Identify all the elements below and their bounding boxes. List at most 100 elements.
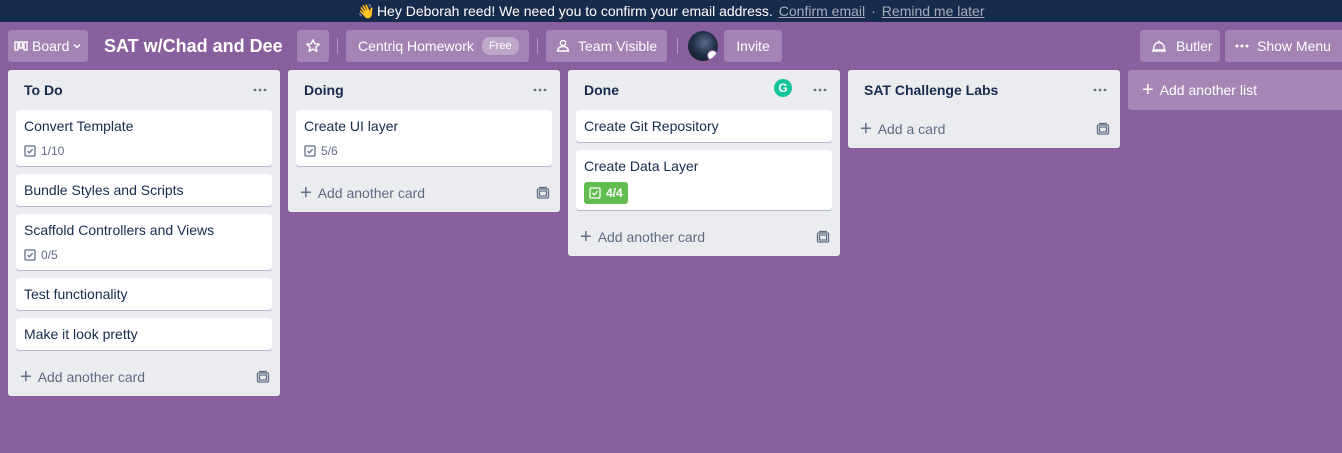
checklist-count: 0/5 (41, 248, 58, 262)
checklist-icon (304, 145, 316, 157)
star-icon (306, 39, 320, 53)
board-header: Board SAT w/Chad and Dee Centriq Homewor… (0, 30, 1342, 62)
card[interactable]: Scaffold Controllers and Views 0/5 (16, 214, 272, 270)
board-switcher-button[interactable]: Board (8, 30, 88, 62)
team-plan-badge: Free (481, 37, 519, 55)
team-name: Centriq Homework (358, 38, 474, 54)
card[interactable]: Create Data Layer 4/4 (576, 150, 832, 210)
add-card-button[interactable]: + Add a card (848, 110, 1120, 148)
board-icon (14, 41, 28, 51)
list-doing: Doing Create UI layer 5/6 + Add another c… (288, 70, 560, 212)
plus-icon: + (1142, 79, 1154, 101)
checklist-icon (589, 187, 601, 199)
add-card-label: Add another card (597, 229, 706, 245)
plus-icon: + (20, 366, 32, 388)
add-list-button[interactable]: + Add another list (1128, 70, 1342, 110)
admin-badge-icon (707, 50, 718, 61)
card-template-icon[interactable] (816, 230, 830, 244)
card[interactable]: Create UI layer 5/6 (296, 110, 552, 166)
team-visibility-icon (556, 39, 570, 52)
email-confirm-banner: 👋 Hey Deborah reed! We need you to confi… (0, 0, 1342, 22)
card[interactable]: Bundle Styles and Scripts (16, 174, 272, 206)
add-card-button[interactable]: + Add another card (8, 358, 280, 396)
visibility-label: Team Visible (578, 38, 658, 54)
header-divider (337, 38, 338, 54)
list-menu-icon[interactable] (250, 80, 270, 100)
card-template-icon[interactable] (1096, 122, 1110, 136)
butler-button[interactable]: Butler (1140, 30, 1220, 62)
card[interactable]: Make it look pretty (16, 318, 272, 350)
confirm-email-link[interactable]: Confirm email (779, 4, 865, 18)
show-menu-label: Show Menu (1257, 38, 1331, 54)
checklist-count: 1/10 (41, 144, 65, 158)
checklist-count: 4/4 (606, 186, 623, 200)
list-title[interactable]: To Do (24, 82, 63, 98)
list-to-do: To Do Convert Template 1/10 Bundle Style… (8, 70, 280, 396)
list-title[interactable]: Doing (304, 82, 344, 98)
add-list-label: Add another list (1159, 82, 1257, 98)
card-title: Convert Template (24, 118, 134, 134)
invite-label: Invite (736, 38, 770, 54)
card-title: Create Git Repository (584, 118, 719, 134)
card-title: Test functionality (24, 286, 128, 302)
star-board-button[interactable] (297, 30, 329, 62)
card-template-icon[interactable] (536, 186, 550, 200)
chevron-down-icon (73, 44, 81, 49)
more-dots-icon (1235, 44, 1249, 48)
list-header: SAT Challenge Labs (848, 70, 1120, 110)
checklist-count: 5/6 (321, 144, 338, 158)
plus-icon: + (300, 182, 312, 204)
list-title[interactable]: Done (584, 82, 619, 98)
card-title: Create Data Layer (584, 158, 699, 174)
card-list: Create UI layer 5/6 (288, 110, 560, 166)
add-card-button[interactable]: + Add another card (288, 174, 560, 212)
plus-icon: + (580, 226, 592, 248)
banner-message: Hey Deborah reed! We need you to confirm… (376, 3, 773, 19)
plus-icon: + (860, 118, 872, 140)
add-card-label: Add another card (37, 369, 146, 385)
list-done: Done Create Git Repository Create Data L… (568, 70, 840, 256)
card-list: Convert Template 1/10 Bundle Styles and … (8, 110, 280, 350)
list-menu-icon[interactable] (810, 80, 830, 100)
card-template-icon[interactable] (256, 370, 270, 384)
header-divider (677, 38, 678, 54)
list-title[interactable]: SAT Challenge Labs (864, 82, 998, 98)
remind-later-link[interactable]: Remind me later (882, 4, 985, 18)
list-header: Doing (288, 70, 560, 110)
list-sat-challenge-labs: SAT Challenge Labs + Add a card (848, 70, 1120, 148)
card[interactable]: Test functionality (16, 278, 272, 310)
banner-separator: · (871, 3, 876, 19)
checklist-icon (24, 249, 36, 261)
add-card-button[interactable]: + Add another card (568, 218, 840, 256)
board-title[interactable]: SAT w/Chad and Dee (104, 30, 283, 62)
checklist-badge: 4/4 (584, 182, 824, 204)
checklist-badge: 0/5 (24, 246, 264, 264)
card-title: Make it look pretty (24, 326, 138, 342)
list-menu-icon[interactable] (1090, 80, 1110, 100)
invite-button[interactable]: Invite (724, 30, 782, 62)
member-avatar[interactable] (688, 31, 718, 61)
card-title: Bundle Styles and Scripts (24, 182, 184, 198)
visibility-button[interactable]: Team Visible (546, 30, 667, 62)
add-card-label: Add a card (877, 121, 946, 137)
checklist-badge: 5/6 (304, 142, 544, 160)
add-card-label: Add another card (317, 185, 426, 201)
card[interactable]: Convert Template 1/10 (16, 110, 272, 166)
checklist-icon (24, 145, 36, 157)
checklist-badge: 1/10 (24, 142, 264, 160)
header-divider (537, 38, 538, 54)
list-menu-icon[interactable] (530, 80, 550, 100)
card[interactable]: Create Git Repository (576, 110, 832, 142)
grammarly-icon[interactable]: G (774, 79, 792, 97)
show-menu-button[interactable]: Show Menu (1225, 30, 1342, 62)
list-header: Done (568, 70, 840, 110)
butler-label: Butler (1176, 38, 1213, 54)
board-switcher-label: Board (32, 38, 70, 54)
team-button[interactable]: Centriq Homework Free (346, 30, 529, 62)
card-list: Create Git Repository Create Data Layer … (568, 110, 840, 210)
waving-hand-icon: 👋 (357, 3, 375, 19)
checklist-complete-badge: 4/4 (584, 182, 628, 204)
card-title: Scaffold Controllers and Views (24, 222, 215, 238)
card-title: Create UI layer (304, 118, 399, 134)
list-header: To Do (8, 70, 280, 110)
